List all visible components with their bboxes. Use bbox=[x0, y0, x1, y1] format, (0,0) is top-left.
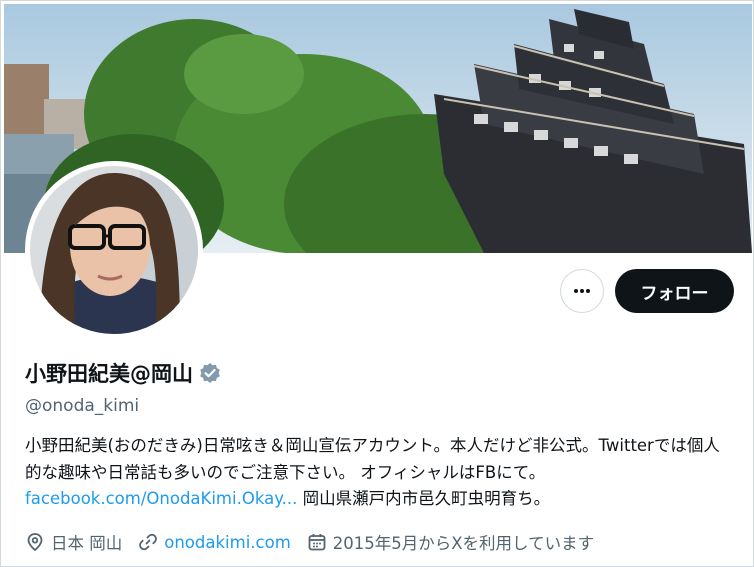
joined-item: 2015年5月からXを利用しています bbox=[307, 530, 594, 554]
website-item[interactable]: onodakimi.com bbox=[138, 532, 291, 552]
more-horizontal-icon bbox=[574, 289, 590, 293]
link-icon bbox=[139, 533, 158, 551]
joined-text: 2015年5月からXを利用しています bbox=[332, 534, 595, 553]
profile-card: フォロー 小野田紀美@岡山 @onoda_kimi 小野田紀美(おのだきみ)日常… bbox=[0, 0, 754, 567]
follow-button[interactable]: フォロー bbox=[615, 269, 734, 313]
bio-link[interactable]: facebook.com/OnodaKimi.Okay... bbox=[25, 489, 297, 508]
profile-bio: 小野田紀美(おのだきみ)日常呟き＆岡山宣伝アカウント。本人だけど非公式。Twit… bbox=[25, 433, 735, 513]
verified-badge-icon[interactable] bbox=[199, 362, 221, 384]
avatar-image bbox=[30, 166, 198, 334]
name-row: 小野田紀美@岡山 bbox=[25, 358, 221, 388]
bio-text: 小野田紀美(おのだきみ)日常呟き＆岡山宣伝アカウント。本人だけど非公式。Twit… bbox=[25, 436, 720, 482]
profile-avatar[interactable] bbox=[25, 161, 203, 339]
website-link[interactable]: onodakimi.com bbox=[164, 533, 291, 552]
user-handle: @onoda_kimi bbox=[25, 396, 140, 416]
bio-suffix: 岡山県瀬戸内市邑久町虫明育ち。 bbox=[297, 489, 551, 508]
calendar-icon bbox=[308, 534, 326, 551]
location-item: 日本 岡山 bbox=[25, 530, 122, 554]
profile-meta: 日本 岡山 onodakimi.com 2015年5月からXを利用しています bbox=[25, 530, 610, 554]
location-text: 日本 岡山 bbox=[51, 534, 123, 553]
display-name: 小野田紀美@岡山 bbox=[25, 362, 193, 386]
more-options-button[interactable] bbox=[560, 269, 604, 313]
location-pin-icon bbox=[27, 533, 43, 552]
